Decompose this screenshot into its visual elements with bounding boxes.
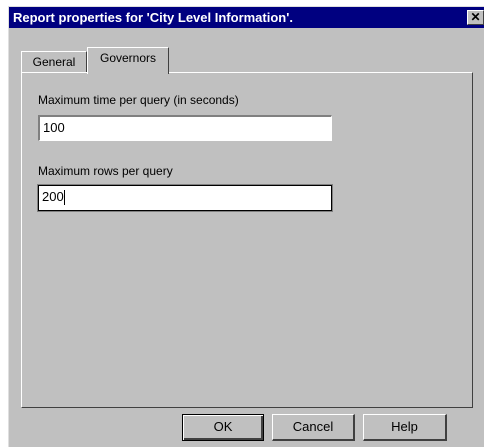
max-time-label: Maximum time per query (in seconds) xyxy=(38,93,239,107)
window-title: Report properties for 'City Level Inform… xyxy=(13,10,293,25)
max-rows-input[interactable]: 200 xyxy=(37,184,333,212)
ok-button[interactable]: OK xyxy=(182,414,264,441)
close-icon: ✕ xyxy=(470,10,481,24)
max-rows-value: 200 xyxy=(42,189,64,204)
max-rows-label: Maximum rows per query xyxy=(38,164,173,178)
dialog-window: Report properties for 'City Level Inform… xyxy=(8,6,484,447)
max-time-value: 100 xyxy=(43,120,65,135)
tab-general[interactable]: General xyxy=(21,51,87,72)
max-time-input[interactable]: 100 xyxy=(38,115,332,141)
tab-panel-governors: Maximum time per query (in seconds) 100 … xyxy=(21,72,473,408)
tab-governors[interactable]: Governors xyxy=(87,47,169,74)
text-caret xyxy=(63,190,65,206)
cancel-button[interactable]: Cancel xyxy=(272,414,355,441)
close-button[interactable]: ✕ xyxy=(467,10,484,25)
help-button[interactable]: Help xyxy=(363,414,447,441)
title-bar[interactable]: Report properties for 'City Level Inform… xyxy=(9,7,484,28)
